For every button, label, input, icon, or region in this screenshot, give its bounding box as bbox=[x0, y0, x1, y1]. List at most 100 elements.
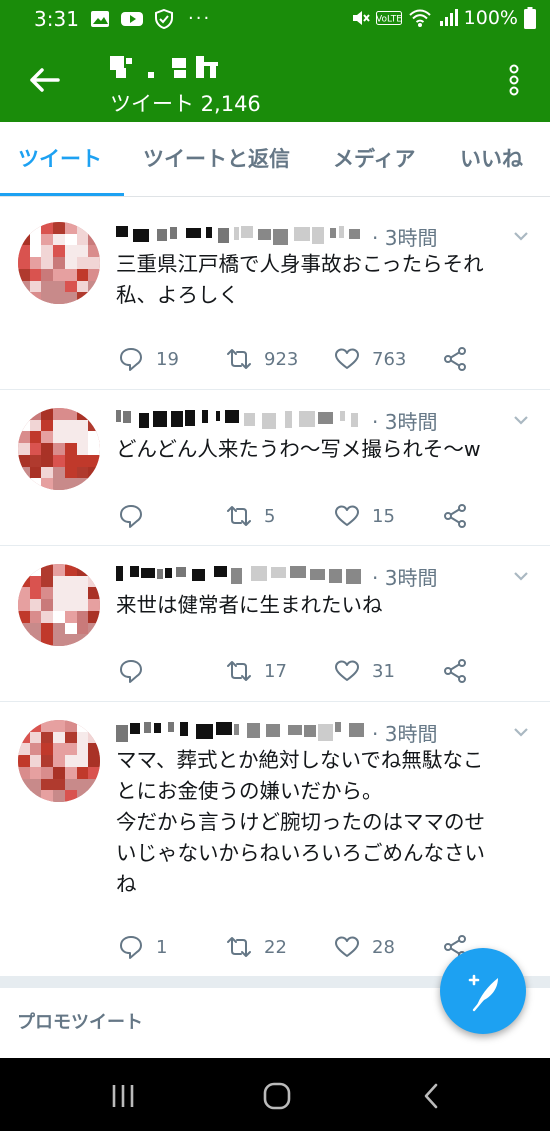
retweet-button[interactable]: 22 bbox=[226, 932, 287, 962]
name-mosaic-block bbox=[329, 569, 342, 583]
share-icon bbox=[444, 504, 466, 528]
tweet-item[interactable]: · 3時間 来世は健常者に生まれたいね 17 31 bbox=[0, 546, 550, 702]
tweet-actions: 17 31 bbox=[116, 656, 476, 686]
name-mosaic-block bbox=[318, 724, 333, 741]
share-button[interactable] bbox=[442, 656, 468, 686]
shield-icon bbox=[155, 8, 173, 29]
like-button[interactable]: 28 bbox=[334, 932, 395, 962]
home-icon[interactable] bbox=[257, 1078, 297, 1114]
name-mosaic-block bbox=[216, 722, 232, 735]
name-mosaic-block bbox=[304, 725, 316, 737]
author-name-redacted bbox=[116, 722, 366, 742]
reply-button[interactable] bbox=[118, 656, 156, 686]
name-mosaic-block bbox=[349, 723, 364, 737]
tweet-header: · 3時間 bbox=[116, 562, 437, 590]
share-icon bbox=[444, 659, 466, 683]
tweet-item[interactable]: · 3時間 どんどん人来たうわ〜写メ撮られそ〜w 5 15 bbox=[0, 390, 550, 546]
name-mosaic-block bbox=[214, 566, 227, 577]
avatar[interactable] bbox=[18, 720, 100, 802]
name-mosaic-block bbox=[192, 569, 205, 581]
like-button[interactable]: 15 bbox=[334, 501, 395, 531]
name-mosaic-block bbox=[180, 722, 188, 736]
heart-icon bbox=[335, 505, 359, 526]
tweet-text: どんどん人来たうわ〜写メ撮られそ〜w bbox=[116, 437, 481, 461]
name-mosaic-block bbox=[218, 228, 229, 243]
tab-likes[interactable]: いいね bbox=[460, 122, 523, 196]
tab-tweets-and-replies[interactable]: ツイートと返信 bbox=[143, 122, 290, 196]
name-mosaic-block bbox=[206, 227, 212, 238]
compose-tweet-button[interactable] bbox=[440, 948, 526, 1034]
name-mosaic-block bbox=[262, 413, 276, 429]
name-mosaic-block bbox=[244, 413, 255, 426]
name-mosaic-block bbox=[351, 413, 358, 427]
reply-icon bbox=[120, 348, 142, 371]
retweet-icon bbox=[227, 661, 251, 681]
name-mosaic-block bbox=[165, 568, 172, 578]
tab-media[interactable]: メディア bbox=[333, 122, 416, 196]
name-mosaic-block bbox=[185, 410, 195, 426]
avatar[interactable] bbox=[18, 564, 100, 646]
name-mosaic-block bbox=[116, 566, 123, 581]
avatar-mosaic-cell bbox=[88, 292, 100, 304]
mute-icon bbox=[352, 11, 370, 25]
overflow-menu-icon[interactable] bbox=[504, 60, 524, 100]
avatar[interactable] bbox=[18, 408, 100, 490]
retweet-button[interactable]: 5 bbox=[226, 501, 275, 531]
like-count: 28 bbox=[372, 936, 395, 958]
retweet-icon bbox=[227, 506, 251, 526]
retweet-button[interactable]: 923 bbox=[226, 344, 298, 374]
like-button[interactable]: 31 bbox=[334, 656, 395, 686]
tweet-item[interactable]: · 3時間 ママ、葬式とか絶対しないでね無駄なこ とにお金使うの嫌いだから。 今… bbox=[0, 702, 550, 976]
retweet-count: 5 bbox=[264, 505, 276, 527]
profile-app-bar: ツイート 2,146 bbox=[0, 38, 550, 122]
like-count: 15 bbox=[372, 505, 395, 527]
tweet-time: · 3時間 bbox=[372, 566, 438, 590]
volte-icon: VoLTE bbox=[375, 11, 402, 25]
name-mosaic-block bbox=[346, 569, 361, 584]
tweet-header: · 3時間 bbox=[116, 222, 437, 250]
name-mosaic-block bbox=[139, 413, 149, 428]
name-mosaic-block bbox=[271, 567, 286, 578]
name-mosaic-block bbox=[340, 411, 345, 421]
name-mosaic-block bbox=[202, 410, 208, 423]
share-button[interactable] bbox=[442, 344, 468, 374]
retweet-icon bbox=[227, 349, 251, 369]
share-button[interactable] bbox=[442, 501, 468, 531]
heart-icon bbox=[335, 348, 359, 369]
chevron-down-icon[interactable] bbox=[512, 723, 530, 741]
back-arrow-icon[interactable] bbox=[24, 60, 64, 100]
name-mosaic-block bbox=[168, 722, 174, 732]
name-mosaic-block bbox=[349, 229, 360, 239]
chevron-down-icon[interactable] bbox=[512, 567, 530, 585]
profile-name-redacted bbox=[110, 54, 230, 82]
tweet-text: ママ、葬式とか絶対しないでね無駄なこ とにお金使うの嫌いだから。 今だから言うけ… bbox=[116, 748, 485, 896]
name-mosaic-block bbox=[273, 229, 288, 245]
reply-button[interactable] bbox=[118, 501, 156, 531]
avatar-mosaic-cell bbox=[88, 634, 100, 646]
like-button[interactable]: 763 bbox=[334, 344, 406, 374]
name-mosaic-block bbox=[234, 724, 239, 735]
tweet-item[interactable]: · 3時間 三重県江戸橋で人身事故おこったらそれ 私、よろしく 19 923 7… bbox=[0, 197, 550, 390]
name-mosaic-block bbox=[186, 228, 201, 238]
author-name-redacted bbox=[116, 410, 366, 429]
name-mosaic-block bbox=[144, 722, 151, 733]
system-back-icon[interactable] bbox=[412, 1078, 452, 1114]
name-mosaic-block bbox=[294, 227, 310, 241]
avatar[interactable] bbox=[18, 222, 100, 304]
name-mosaic-block bbox=[116, 410, 121, 422]
reply-button[interactable]: 19 bbox=[118, 344, 179, 374]
tweet-actions: 1 22 28 bbox=[116, 932, 476, 962]
name-mosaic-block bbox=[312, 227, 324, 244]
chevron-down-icon[interactable] bbox=[512, 227, 530, 245]
tab-tweets[interactable]: ツイート bbox=[18, 122, 102, 196]
tweet-text: 三重県江戸橋で人身事故おこったらそれ 私、よろしく bbox=[116, 252, 484, 307]
recent-apps-icon[interactable] bbox=[103, 1078, 143, 1114]
chevron-down-icon[interactable] bbox=[512, 411, 530, 429]
name-mosaic-block bbox=[171, 411, 183, 427]
reply-button[interactable]: 1 bbox=[118, 932, 167, 962]
retweet-button[interactable]: 17 bbox=[226, 656, 287, 686]
promoted-tweet-label: プロモツイート bbox=[17, 1012, 143, 1033]
retweet-count: 22 bbox=[264, 936, 287, 958]
name-mosaic-block bbox=[133, 229, 149, 242]
name-mosaic-block bbox=[285, 411, 292, 428]
